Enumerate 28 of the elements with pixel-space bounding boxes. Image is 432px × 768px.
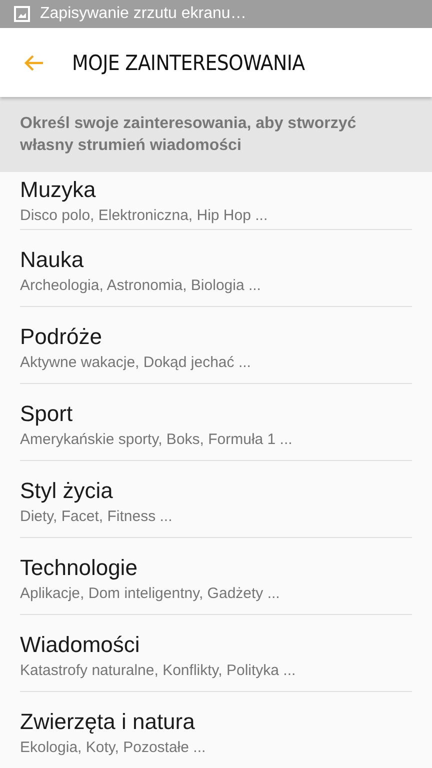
notification-text: Zapisywanie zrzutu ekranu… bbox=[40, 5, 246, 23]
category-subtitle: Amerykańskie sporty, Boks, Formuła 1 ... bbox=[20, 430, 292, 448]
category-item[interactable]: Styl życia Diety, Facet, Fitness ... bbox=[20, 461, 412, 538]
category-title: Podróże bbox=[20, 324, 102, 350]
banner-text: Określ swoje zainteresowania, aby stworzyć własny strumień wiadomości bbox=[20, 114, 358, 156]
category-subtitle: Disco polo, Elektroniczna, Hip Hop ... bbox=[20, 207, 268, 224]
screen-title: MOJE ZAINTERESOWANIA bbox=[72, 50, 305, 74]
category-title: Styl życia bbox=[20, 478, 113, 504]
category-item[interactable]: Wiadomości Katastrofy naturalne, Konflikty, Polityka ... bbox=[20, 615, 412, 692]
category-subtitle: Aktywne wakacje, Dokąd jechać ... bbox=[20, 354, 251, 370]
category-subtitle: Katastrofy naturalne, Konflikty, Polityka ... bbox=[20, 662, 296, 678]
category-subtitle: Archeologia, Astronomia, Biologia ... bbox=[20, 276, 261, 294]
category-title: Muzyka bbox=[20, 177, 96, 203]
category-item[interactable]: Podróże Aktywne wakacje, Dokąd jechać ... bbox=[20, 307, 412, 384]
category-title: Nauka bbox=[20, 246, 84, 272]
image-icon bbox=[14, 6, 30, 22]
category-item[interactable]: Technologie Aplikacje, Dom inteligentny, Gadżety ... bbox=[20, 538, 412, 615]
category-subtitle: Diety, Facet, Fitness ... bbox=[20, 508, 172, 524]
category-title: Technologie bbox=[20, 554, 138, 580]
category-item[interactable]: Zwierzęta i natura Ekologia, Koty, Pozostałe ... bbox=[20, 692, 412, 768]
category-title: Zwierzęta i natura bbox=[20, 708, 195, 734]
category-subtitle: Aplikacje, Dom inteligentny, Gadżety ... bbox=[20, 584, 280, 602]
category-title: Wiadomości bbox=[20, 632, 140, 658]
category-item[interactable]: Sport Amerykańskie sporty, Boks, Formuła 1 ... bbox=[20, 384, 412, 461]
category-item[interactable]: Nauka Archeologia, Astronomia, Biologia ... bbox=[20, 230, 412, 307]
category-title: Sport bbox=[20, 400, 73, 426]
category-item[interactable]: Muzyka Disco polo, Elektroniczna, Hip Hop ... bbox=[20, 172, 412, 230]
category-subtitle: Ekologia, Koty, Pozostałe ... bbox=[20, 738, 206, 756]
